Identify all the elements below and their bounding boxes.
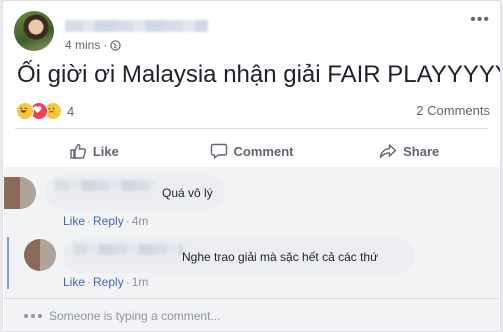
post-actions: Like Comment Share [15, 135, 488, 167]
reply-thread-bar [7, 237, 9, 289]
more-options-icon[interactable]: ••• [470, 11, 490, 29]
divider [4, 298, 499, 299]
comment-count-link[interactable]: 2 Comments [416, 103, 490, 118]
comment-button[interactable]: Comment [173, 135, 331, 167]
post-timestamp[interactable]: 4 mins [65, 38, 100, 52]
thumbs-up-icon [70, 143, 86, 159]
comments-section: Quá vô lý Like · Reply · 4m Nghe trao giải m… [4, 167, 499, 331]
post-card: 4 mins · ••• Ối giời ơi Malaysia nhận gi… [2, 0, 501, 332]
comment-time[interactable]: 1m [132, 275, 149, 289]
author-name-redacted[interactable] [65, 20, 208, 32]
author-avatar[interactable] [14, 11, 54, 51]
commenter-avatar[interactable] [4, 177, 36, 209]
divider [15, 128, 488, 129]
comment-reply-link[interactable]: Reply [93, 214, 124, 228]
like-button[interactable]: Like [15, 135, 173, 167]
comment-reply-link[interactable]: Reply [93, 275, 124, 289]
comment-like-link[interactable]: Like [63, 275, 85, 289]
post-meta: 4 mins · [65, 38, 122, 52]
comment-bubble: Quá vô lý [45, 175, 225, 209]
share-icon [379, 144, 397, 159]
comment-time[interactable]: 4m [132, 214, 149, 228]
comment-like-link[interactable]: Like [63, 214, 85, 228]
globe-icon [110, 39, 122, 51]
haha-reaction-icon [16, 102, 34, 120]
commenter-name-redacted[interactable] [73, 244, 183, 255]
typing-indicator: Someone is typing a comment... [24, 309, 220, 323]
typing-text: Someone is typing a comment... [49, 309, 221, 323]
reaction-count: 4 [67, 103, 75, 119]
commenter-avatar[interactable] [24, 239, 56, 271]
commenter-name-redacted[interactable] [55, 180, 155, 191]
comment-actions: Like · Reply · 1m [63, 275, 149, 289]
comment-bubble: Nghe trao giải mà sặc hết cả các thứ [63, 239, 415, 273]
comment-text: Quá vô lý [162, 186, 213, 200]
comment-actions: Like · Reply · 4m [63, 214, 149, 228]
share-button[interactable]: Share [330, 135, 488, 167]
comment-icon [210, 143, 227, 159]
reactions-summary[interactable]: 4 [16, 102, 74, 120]
comment-text: Nghe trao giải mà sặc hết cả các thứ [182, 250, 379, 264]
post-text: Ối giời ơi Malaysia nhận giải FAIR PLAYY… [17, 61, 501, 88]
typing-dots-icon [24, 314, 42, 318]
